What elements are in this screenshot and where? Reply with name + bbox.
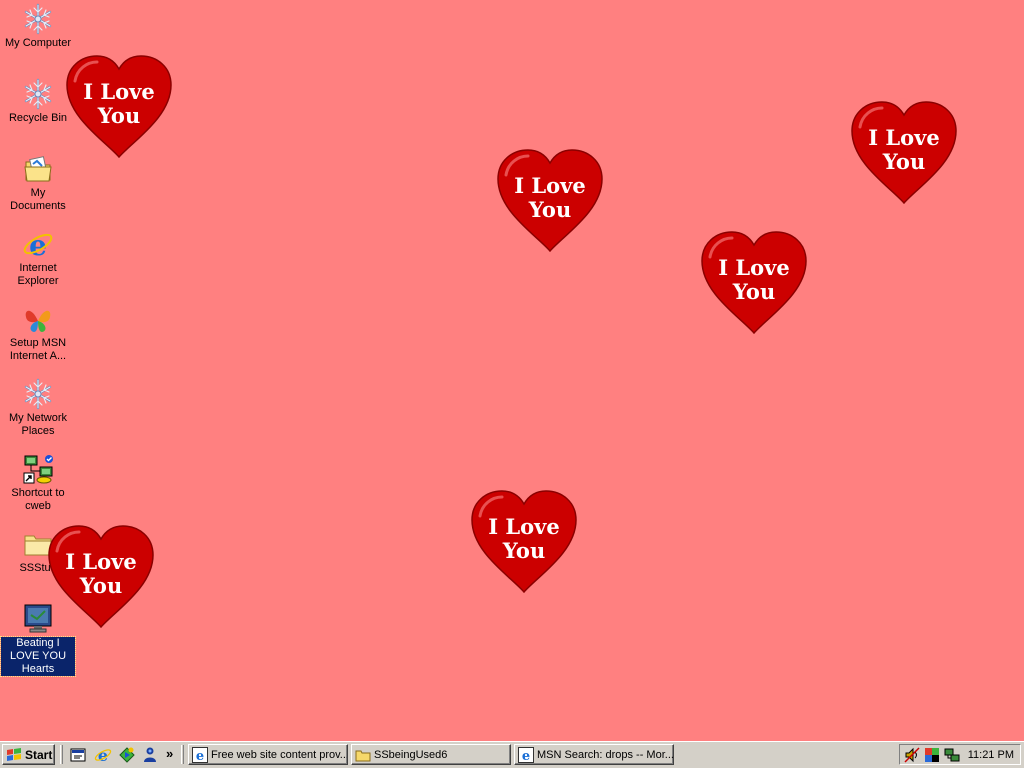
msn-messenger-icon[interactable] [141,746,159,764]
start-button[interactable]: Start [2,744,55,765]
show-desktop-icon[interactable] [69,746,87,764]
media-player-icon[interactable] [118,746,136,764]
desktop-icon-internet-explorer[interactable]: e Internet Explorer [1,228,75,288]
desktop-icon-label: My Computer [4,37,72,49]
snowflake-icon [24,3,52,35]
i-love-you-heart: I Love You [65,55,173,159]
desktop-icon-label: Internet Explorer [17,262,59,287]
heart-text-line2: You [97,103,140,128]
desktop-icon-label: Beating I LOVE YOU Hearts [0,636,76,677]
desktop-icon-my-documents[interactable]: My Documents [1,153,75,213]
task-button-label: Free web site content prov... [211,748,348,761]
i-love-you-heart: I Love You [47,525,155,629]
color-display-icon[interactable] [924,747,940,763]
heart-text-line1: I Love [488,514,559,539]
desktop-icon-label: Setup MSN Internet A... [9,337,67,362]
internet-explorer-icon: e [192,746,208,763]
svg-text:e: e [522,749,530,763]
start-label: Start [25,747,53,762]
network-icon[interactable] [944,747,960,763]
task-button-free-web-site[interactable]: e Free web site content prov... [188,744,348,765]
quick-launch-overflow[interactable]: » [166,746,173,761]
i-love-you-heart: I Love You [850,101,958,205]
heart-text-line2: You [882,149,925,174]
heart-text-line1: I Love [514,173,585,198]
clock[interactable]: 11:21 PM [968,749,1014,761]
internet-explorer-icon: e [518,746,534,763]
svg-text:e: e [98,746,108,764]
i-love-you-heart: I Love You [496,149,604,253]
desktop-icon-recycle-bin[interactable]: Recycle Bin [1,78,75,125]
folder-icon [24,156,52,182]
task-button-ssbeingused6[interactable]: SSbeingUsed6 [351,744,511,765]
windows-logo-icon [7,747,21,761]
desktop-icon-label: My Documents [10,187,66,212]
desktop-icon-shortcut-cweb[interactable]: Shortcut to cweb [1,453,75,513]
i-love-you-heart: I Love You [470,490,578,594]
toolbar-grip[interactable] [181,745,184,764]
internet-explorer-icon: e [23,229,53,260]
heart-text-line1: I Love [65,549,136,574]
desktop-icon-label: My Network Places [8,412,68,437]
snowflake-icon [24,378,52,410]
internet-explorer-icon[interactable]: e [94,746,112,764]
svg-text:e: e [29,229,47,260]
heart-text-line2: You [528,197,571,222]
svg-text:e: e [196,749,204,763]
i-love-you-heart: I Love You [700,231,808,335]
desktop[interactable]: My Computer Recycle Bin My Documents e I… [0,0,1024,741]
desktop-icon-setup-msn[interactable]: Setup MSN Internet A... [1,303,75,363]
task-button-label: SSbeingUsed6 [374,748,448,761]
desktop-icon-label: Shortcut to cweb [11,487,65,512]
heart-text-line1: I Love [83,79,154,104]
snowflake-icon [24,78,52,110]
msn-butterfly-icon [25,310,51,332]
task-button-msn-search[interactable]: e MSN Search: drops -- Mor... [514,744,674,765]
desktop-icon-my-computer[interactable]: My Computer [1,3,75,50]
folder-icon [355,750,371,761]
network-shortcut-icon [23,455,53,484]
taskbar: Start e » e Free web site content prov..… [0,741,1024,768]
heart-text-line2: You [732,279,775,304]
volume-icon[interactable] [904,746,920,763]
task-button-label: MSN Search: drops -- Mor... [537,748,674,761]
system-tray: 11:21 PM [899,744,1021,765]
heart-text-line1: I Love [868,125,939,150]
heart-text-line2: You [79,573,122,598]
heart-text-line2: You [502,538,545,563]
heart-text-line1: I Love [718,255,789,280]
toolbar-grip[interactable] [60,745,63,764]
desktop-icon-label: Recycle Bin [8,112,68,124]
desktop-icon-my-network-places[interactable]: My Network Places [1,378,75,438]
